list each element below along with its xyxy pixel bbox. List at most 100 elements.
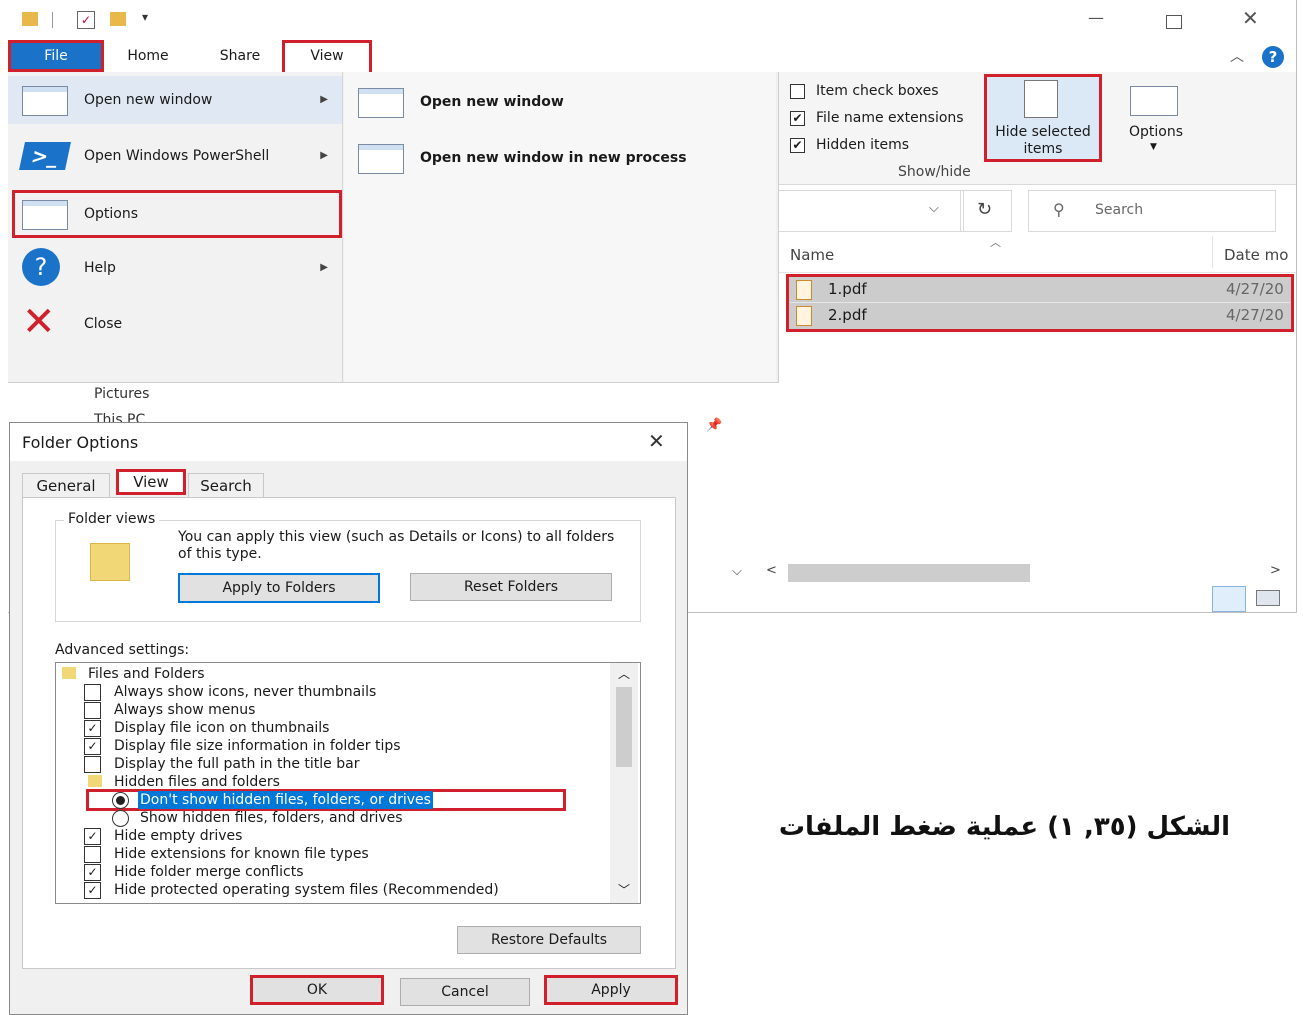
close-window-icon[interactable]: ✕ [1242, 6, 1259, 30]
setting-label: Show hidden files, folders, and drives [140, 810, 403, 826]
submenu-item-label: Open new window in new process [420, 150, 687, 166]
selected-files: 1.pdf 4/27/20 2.pdf 4/27/20 [786, 274, 1294, 332]
checkbox[interactable] [84, 702, 101, 719]
maximize-icon[interactable] [1166, 15, 1182, 29]
close-icon: ✕ [22, 299, 56, 345]
apply-button[interactable]: Apply [544, 975, 678, 1005]
setting-label: Don't show hidden files, folders, or dri… [138, 791, 433, 809]
setting-dont-show-hidden[interactable]: Don't show hidden files, folders, or dri… [86, 789, 566, 811]
setting-hide-protected-files[interactable]: ✓ Hide protected operating system files … [84, 881, 499, 899]
collapse-ribbon-icon[interactable]: ︿ [1230, 46, 1244, 66]
item-check-boxes-option[interactable]: Item check boxes [790, 82, 990, 102]
file-row[interactable]: 1.pdf 4/27/20 [790, 278, 1290, 303]
setting-file-icon-thumbnails[interactable]: ✓ Display file icon on thumbnails [84, 719, 329, 737]
tab-search[interactable]: Search [188, 473, 264, 498]
name-column-header[interactable]: Name [790, 246, 834, 264]
setting-always-show-menus[interactable]: Always show menus [84, 701, 255, 719]
scrollbar-thumb[interactable] [616, 687, 632, 767]
checkbox-checked[interactable]: ✓ [84, 720, 101, 737]
radio-selected[interactable] [112, 792, 129, 809]
checkbox[interactable] [790, 84, 805, 99]
column-headers: Name ︿ Date mo [778, 232, 1296, 273]
menu-item-close[interactable]: ✕ Close [8, 299, 342, 348]
window-icon [358, 88, 404, 118]
checkbox-checked[interactable]: ✓ [84, 882, 101, 899]
close-icon[interactable]: ✕ [648, 429, 665, 453]
setting-hide-extensions[interactable]: Hide extensions for known file types [84, 845, 369, 863]
submenu-arrow-icon: ▶ [320, 150, 328, 161]
checkbox[interactable] [84, 756, 101, 773]
setting-show-hidden[interactable]: Show hidden files, folders, and drives [112, 809, 403, 827]
setting-label: Display file size information in folder … [114, 738, 401, 754]
date-column-header[interactable]: Date mo [1224, 246, 1288, 264]
scroll-right-icon[interactable]: > [1270, 563, 1281, 578]
checkbox-checked[interactable]: ✓ [84, 738, 101, 755]
reset-folders-button[interactable]: Reset Folders [410, 573, 612, 601]
submenu-item-open-new-window[interactable]: Open new window [344, 78, 774, 126]
checkbox[interactable] [84, 846, 101, 863]
ok-button[interactable]: OK [250, 975, 384, 1005]
setting-file-size-info[interactable]: ✓ Display file size information in folde… [84, 737, 401, 755]
search-icon: ⚲ [1053, 200, 1065, 219]
checkbox-checked[interactable]: ✓ [84, 864, 101, 881]
apply-to-folders-button[interactable]: Apply to Folders [178, 573, 380, 603]
minimize-icon[interactable]: — [1088, 8, 1104, 27]
window-icon [358, 144, 404, 174]
menu-item-open-new-window[interactable]: Open new window ▶ [8, 76, 342, 124]
setting-full-path-title[interactable]: Display the full path in the title bar [84, 755, 359, 773]
menu-item-options[interactable]: Options [12, 190, 342, 238]
file-row[interactable]: 2.pdf 4/27/20 [790, 304, 1290, 328]
large-icons-view-icon[interactable] [1256, 590, 1280, 606]
scroll-left-icon[interactable]: < [766, 563, 777, 578]
address-bar[interactable]: ⌵ [778, 190, 964, 232]
tab-view[interactable]: View [116, 469, 186, 495]
radio[interactable] [112, 810, 129, 827]
checkbox-icon[interactable]: ✓ [77, 11, 95, 29]
submenu-item-open-new-process[interactable]: Open new window in new process [344, 134, 774, 182]
restore-defaults-button[interactable]: Restore Defaults [457, 926, 641, 954]
button-label: Options [1128, 124, 1184, 140]
tab-file[interactable]: File [8, 40, 104, 72]
tab-share[interactable]: Share [204, 40, 276, 72]
cancel-button[interactable]: Cancel [400, 978, 530, 1006]
checkbox-checked[interactable]: ✔ [790, 111, 805, 126]
setting-hide-merge-conflicts[interactable]: ✓ Hide folder merge conflicts [84, 863, 304, 881]
setting-label: Hide empty drives [114, 828, 243, 844]
tab-general[interactable]: General [22, 473, 110, 498]
advanced-settings-tree[interactable]: Files and Folders Always show icons, nev… [55, 662, 641, 904]
scroll-up-icon[interactable]: ︿ [618, 665, 630, 682]
setting-label: Hide extensions for known file types [114, 846, 369, 862]
new-folder-icon[interactable] [110, 12, 126, 26]
refresh-button[interactable]: ↻ [960, 190, 1012, 232]
chevron-down-icon[interactable]: ⌵ [929, 201, 939, 216]
divider [1212, 236, 1213, 268]
pin-icon[interactable]: 📌 [706, 418, 722, 433]
options-button[interactable]: Options ▼ [1116, 74, 1196, 162]
hidden-items-option[interactable]: ✔ Hidden items [790, 136, 990, 156]
search-box[interactable]: ⚲ Search [1028, 190, 1276, 232]
checkbox-checked[interactable]: ✔ [790, 138, 805, 153]
details-view-icon[interactable] [1212, 586, 1246, 612]
tab-view[interactable]: View [282, 40, 372, 75]
nav-item-pictures[interactable]: Pictures [94, 386, 149, 402]
scroll-down-icon[interactable]: ﹀ [618, 881, 630, 898]
option-label: Hidden items [816, 137, 910, 153]
help-icon[interactable]: ? [1262, 46, 1284, 68]
horizontal-scrollbar-thumb[interactable] [788, 564, 1030, 582]
setting-always-show-icons[interactable]: Always show icons, never thumbnails [84, 683, 376, 701]
setting-hide-empty-drives[interactable]: ✓ Hide empty drives [84, 827, 243, 845]
scroll-down-icon[interactable]: ⌵ [732, 564, 742, 579]
tab-home[interactable]: Home [112, 40, 184, 72]
checkbox-checked[interactable]: ✓ [84, 828, 101, 845]
menu-item-help[interactable]: ? Help ▶ [8, 244, 342, 292]
file-name-extensions-option[interactable]: ✔ File name extensions [790, 109, 990, 129]
checkbox[interactable] [84, 684, 101, 701]
tree-label: Hidden files and folders [114, 774, 280, 790]
powershell-icon: >_ [19, 142, 71, 170]
quick-access-dropdown-icon[interactable]: ▾ [142, 10, 148, 24]
refresh-icon: ↻ [977, 199, 993, 220]
hide-selected-items-button[interactable]: Hide selected items [984, 74, 1102, 162]
menu-item-label: Options [84, 206, 139, 222]
vertical-scrollbar[interactable]: ︿ ﹀ [610, 663, 638, 903]
menu-item-open-powershell[interactable]: >_ Open Windows PowerShell ▶ [8, 132, 342, 180]
